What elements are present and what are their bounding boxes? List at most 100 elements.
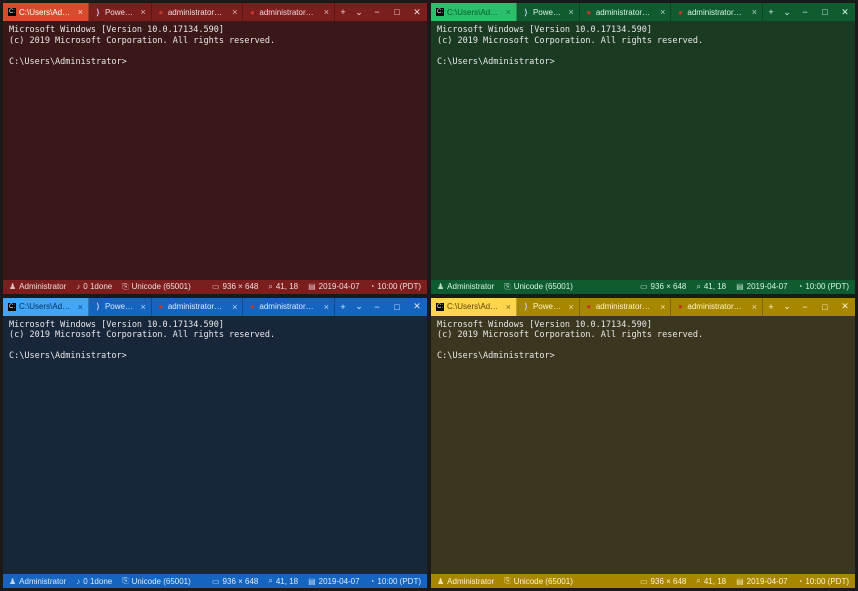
tab-dropdown-button[interactable]: ⌄ [351, 298, 367, 316]
new-tab-button[interactable]: + [335, 298, 351, 316]
titlebar: C:C:\Users\Administr.×⟩PowerShell×●admin… [3, 298, 427, 316]
status-jobs-icon: ♪ [76, 577, 80, 586]
cmd-icon: C: [436, 8, 444, 16]
status-dimensions: ▭936 × 648 [212, 282, 258, 291]
tab-close-button[interactable]: × [141, 302, 146, 312]
tab-close-button[interactable]: × [324, 302, 329, 312]
tab-close-button[interactable]: × [141, 7, 146, 17]
tab-label: PowerShell [105, 8, 135, 17]
tab-close-button[interactable]: × [232, 7, 237, 17]
terminal-output[interactable]: Microsoft Windows [Version 10.0.17134.59… [3, 316, 427, 575]
tab-bash-1[interactable]: ●administrator@DES..× [580, 3, 672, 21]
bash-icon: ● [248, 303, 256, 311]
blank-line [437, 46, 849, 57]
close-window-button[interactable]: ✕ [407, 298, 427, 316]
status-date: ▤2019-04-07 [736, 577, 787, 586]
tab-close-button[interactable]: × [752, 7, 757, 17]
new-tab-button[interactable]: + [763, 298, 779, 316]
status-time-icon: ◔ [370, 282, 375, 291]
minimize-button[interactable]: − [367, 3, 387, 21]
status-time-icon: ◔ [370, 577, 375, 586]
blank-line [9, 341, 421, 352]
tab-close-button[interactable]: × [506, 302, 511, 312]
tab-dropdown-button[interactable]: ⌄ [779, 298, 795, 316]
tab-close-button[interactable]: × [324, 7, 329, 17]
tab-bash-1[interactable]: ●administrator@DES..× [152, 3, 244, 21]
status-dimensions: ▭936 × 648 [212, 577, 258, 586]
tab-label: C:\Users\Administr. [447, 302, 500, 311]
status-left: ♟Administrator♪0 1done⎘Unicode (65001) [9, 576, 191, 586]
blank-line [437, 341, 849, 352]
status-dimensions: ▭936 × 648 [640, 282, 686, 291]
tab-bash-1[interactable]: ●administrator@DES..× [152, 298, 244, 316]
tab-cmd[interactable]: C:C:\Users\Administr. × [431, 298, 517, 316]
status-right: ▭936 × 648⌕41, 18▤2019-04-07◔10:00 (PDT) [212, 576, 421, 586]
status-date: ▤2019-04-07 [308, 577, 359, 586]
output-line: (c) 2019 Microsoft Corporation. All righ… [9, 330, 421, 341]
status-encoding: ⎘Unicode (65001) [122, 282, 191, 292]
status-position-icon: ⌕ [696, 576, 700, 586]
tab-cmd[interactable]: C:C:\Users\Administr.× [3, 298, 89, 316]
maximize-button[interactable]: □ [387, 3, 407, 21]
tab-close-button[interactable]: × [752, 302, 757, 312]
minimize-button[interactable]: − [795, 298, 815, 316]
window-controls: −□✕ [367, 298, 427, 316]
close-window-button[interactable]: ✕ [835, 298, 855, 316]
minimize-button[interactable]: − [367, 298, 387, 316]
bash-icon: ● [248, 8, 256, 16]
tab-cmd[interactable]: C:C:\Users\Administr.× [3, 3, 89, 21]
blank-line [9, 46, 421, 57]
tab-bash-2[interactable]: ●administrator@DES.. × [243, 3, 335, 21]
tab-label: administrator@DES.. [596, 8, 654, 17]
tab-dropdown-button[interactable]: ⌄ [351, 3, 367, 21]
powershell-icon: ⟩ [522, 303, 530, 311]
tab-dropdown-button[interactable]: ⌄ [779, 3, 795, 21]
tab-powershell[interactable]: ⟩PowerShell× [517, 298, 580, 316]
tab-close-button[interactable]: × [569, 302, 574, 312]
powershell-icon: ⟩ [94, 303, 102, 311]
minimize-button[interactable]: − [795, 3, 815, 21]
tab-close-button[interactable]: × [232, 302, 237, 312]
tab-close-button[interactable]: × [78, 7, 83, 17]
tab-powershell[interactable]: ⟩PowerShell× [517, 3, 580, 21]
close-window-button[interactable]: ✕ [835, 3, 855, 21]
tab-bash-2[interactable]: ●administrator@DES..× [243, 298, 335, 316]
tab-close-button[interactable]: × [660, 302, 665, 312]
tab-close-button[interactable]: × [660, 7, 665, 17]
terminal-output[interactable]: Microsoft Windows [Version 10.0.17134.59… [431, 21, 855, 280]
maximize-button[interactable]: □ [815, 3, 835, 21]
tab-powershell[interactable]: ⟩PowerShell× [89, 3, 152, 21]
cmd-icon: C: [436, 303, 444, 311]
bash-icon: ● [585, 303, 593, 311]
status-dimensions: ▭936 × 648 [640, 577, 686, 586]
tab-label: C:\Users\Administr. [447, 8, 500, 17]
titlebar: C:C:\Users\Administr.×⟩PowerShell×●admin… [431, 3, 855, 21]
tab-powershell[interactable]: ⟩PowerShell× [89, 298, 152, 316]
output-line: Microsoft Windows [Version 10.0.17134.59… [9, 320, 421, 331]
status-date-value: 2019-04-07 [319, 282, 360, 291]
close-window-button[interactable]: ✕ [407, 3, 427, 21]
tab-label: administrator@DES.. [259, 8, 317, 17]
output-line: (c) 2019 Microsoft Corporation. All righ… [437, 330, 849, 341]
tab-bash-1[interactable]: ●administrator@DES..× [580, 298, 672, 316]
tab-label: C:\Users\Administr. [19, 302, 72, 311]
terminal-output[interactable]: Microsoft Windows [Version 10.0.17134.59… [431, 316, 855, 575]
tab-close-button[interactable]: × [506, 7, 511, 17]
terminal-output[interactable]: Microsoft Windows [Version 10.0.17134.59… [3, 21, 427, 280]
tab-bash-2[interactable]: ●administrator@DES..× [671, 298, 763, 316]
maximize-button[interactable]: □ [815, 298, 835, 316]
status-encoding-icon: ⎘ [504, 282, 510, 292]
maximize-button[interactable]: □ [387, 298, 407, 316]
tab-bash-2[interactable]: ●administrator@DES..× [671, 3, 763, 21]
new-tab-button[interactable]: + [335, 3, 351, 21]
status-jobs: ♪0 1done [76, 282, 112, 291]
status-position-icon: ⌕ [696, 282, 700, 292]
status-position-value: 41, 18 [704, 577, 726, 586]
status-dimensions-value: 936 × 648 [223, 577, 259, 586]
status-jobs: ♪0 1done [76, 577, 112, 586]
tab-close-button[interactable]: × [78, 302, 83, 312]
output-line: Microsoft Windows [Version 10.0.17134.59… [9, 25, 421, 36]
tab-cmd[interactable]: C:C:\Users\Administr. × [431, 3, 517, 21]
tab-close-button[interactable]: × [569, 7, 574, 17]
new-tab-button[interactable]: + [763, 3, 779, 21]
